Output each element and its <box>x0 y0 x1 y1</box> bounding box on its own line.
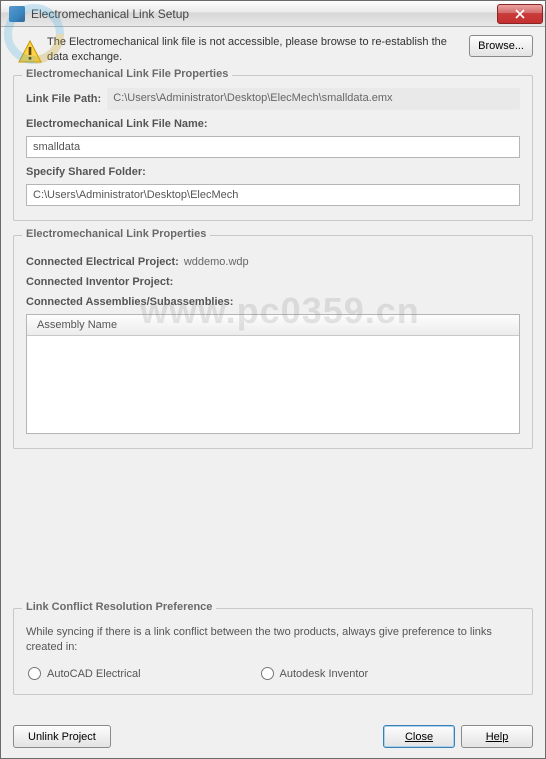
shared-folder-label: Specify Shared Folder: <box>26 166 520 178</box>
close-icon <box>515 9 525 19</box>
connected-electrical-value: wddemo.wdp <box>184 256 249 268</box>
file-properties-group: Electromechanical Link File Properties L… <box>13 75 533 221</box>
close-button[interactable]: Close <box>383 725 455 748</box>
conflict-group: Link Conflict Resolution Preference Whil… <box>13 608 533 695</box>
connected-inventor-label: Connected Inventor Project: <box>26 276 173 288</box>
radio-autocad-electrical[interactable]: AutoCAD Electrical <box>28 667 141 680</box>
titlebar[interactable]: Electromechanical Link Setup <box>1 1 545 27</box>
bottom-bar: Unlink Project Close Help <box>1 719 545 758</box>
window-close-button[interactable] <box>497 4 543 24</box>
unlink-project-button[interactable]: Unlink Project <box>13 725 111 748</box>
app-icon <box>9 6 25 22</box>
browse-button[interactable]: Browse... <box>469 35 533 57</box>
file-properties-legend: Electromechanical Link File Properties <box>22 68 232 80</box>
assemblies-table[interactable]: Assembly Name <box>26 314 520 434</box>
shared-folder-input[interactable] <box>26 184 520 206</box>
connected-electrical-label: Connected Electrical Project: <box>26 256 179 268</box>
content-area: The Electromechanical link file is not a… <box>1 27 545 719</box>
conflict-legend: Link Conflict Resolution Preference <box>22 601 216 613</box>
link-file-name-label: Electromechanical Link File Name: <box>26 118 520 130</box>
radio-autocad-label: AutoCAD Electrical <box>47 668 141 680</box>
link-properties-group: Electromechanical Link Properties Connec… <box>13 235 533 449</box>
link-file-path-label: Link File Path: <box>26 93 101 105</box>
radio-inventor-label: Autodesk Inventor <box>280 668 369 680</box>
assemblies-table-header: Assembly Name <box>27 315 519 336</box>
warning-text: The Electromechanical link file is not a… <box>47 35 469 65</box>
radio-inventor-input[interactable] <box>261 667 274 680</box>
dialog-window: Electromechanical Link Setup The Electro… <box>0 0 546 759</box>
radio-autodesk-inventor[interactable]: Autodesk Inventor <box>261 667 369 680</box>
connected-assemblies-label: Connected Assemblies/Subassemblies: <box>26 296 520 308</box>
warning-row: The Electromechanical link file is not a… <box>13 35 533 65</box>
warning-icon <box>17 39 43 65</box>
help-button[interactable]: Help <box>461 725 533 748</box>
conflict-text: While syncing if there is a link conflic… <box>26 625 520 655</box>
window-title: Electromechanical Link Setup <box>31 7 497 21</box>
link-file-path-value: C:\Users\Administrator\Desktop\ElecMech\… <box>107 88 520 110</box>
radio-autocad-input[interactable] <box>28 667 41 680</box>
link-properties-legend: Electromechanical Link Properties <box>22 228 210 240</box>
link-file-name-input[interactable] <box>26 136 520 158</box>
